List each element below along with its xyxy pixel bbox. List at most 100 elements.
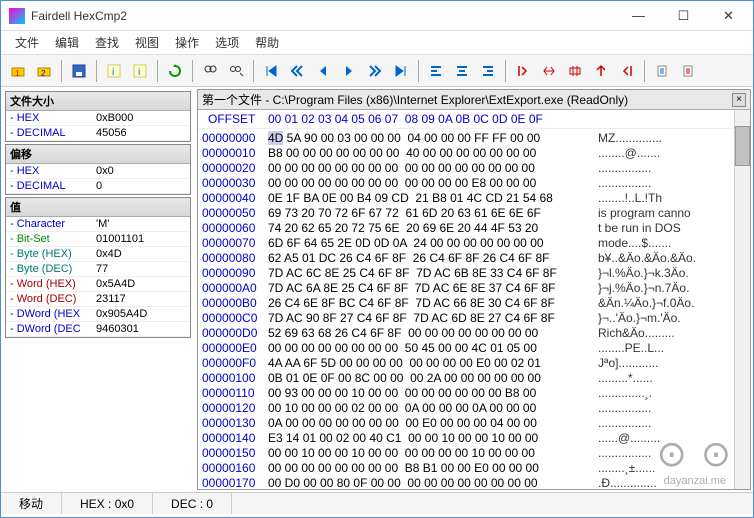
- ascii-cell[interactable]: ........!..L.!Th: [598, 191, 746, 206]
- menu-help[interactable]: 帮助: [247, 31, 287, 54]
- bytes-cell[interactable]: 0B 01 0E 0F 00 8C 00 00 00 2A 00 00 00 0…: [268, 371, 598, 386]
- ascii-cell[interactable]: Rich&Äo.........: [598, 326, 746, 341]
- bytes-cell[interactable]: 00 00 00 00 00 00 00 00 50 45 00 00 4C 0…: [268, 341, 598, 356]
- open2-icon[interactable]: 2: [33, 60, 55, 82]
- ascii-cell[interactable]: ........PE..L...: [598, 341, 746, 356]
- hex-row[interactable]: 0000008062 A5 01 DC 26 C4 6F 8F 26 C4 6F…: [202, 251, 746, 266]
- ascii-cell[interactable]: .Ð..............: [598, 476, 746, 489]
- align-center-icon[interactable]: [451, 60, 473, 82]
- hex-row[interactable]: 0000003000 00 00 00 00 00 00 00 00 00 00…: [202, 176, 746, 191]
- hex-grid[interactable]: 000000004D 5A 90 00 03 00 00 00 04 00 00…: [198, 129, 750, 489]
- mark-all-icon[interactable]: [564, 60, 586, 82]
- bytes-cell[interactable]: 00 D0 00 00 80 0F 00 00 00 00 00 00 00 0…: [268, 476, 598, 489]
- ascii-cell[interactable]: ................: [598, 446, 746, 461]
- ascii-cell[interactable]: ......@.........: [598, 431, 746, 446]
- bytes-cell[interactable]: 0E 1F BA 0E 00 B4 09 CD 21 B8 01 4C CD 2…: [268, 191, 598, 206]
- open1-icon[interactable]: 1: [7, 60, 29, 82]
- ascii-cell[interactable]: mode....$.......: [598, 236, 746, 251]
- ascii-cell[interactable]: Jªo]............: [598, 356, 746, 371]
- bytes-cell[interactable]: 7D AC 6A 8E 25 C4 6F 8F 7D AC 6E 8E 37 C…: [268, 281, 598, 296]
- ascii-cell[interactable]: b¥..&Äo.&Äo.&Äo.: [598, 251, 746, 266]
- report-icon[interactable]: [651, 60, 673, 82]
- bytes-cell[interactable]: 0A 00 00 00 00 00 00 00 00 E0 00 00 00 0…: [268, 416, 598, 431]
- bytes-cell[interactable]: 52 69 63 68 26 C4 6F 8F 00 00 00 00 00 0…: [268, 326, 598, 341]
- menu-options[interactable]: 选项: [207, 31, 247, 54]
- mark-end-icon[interactable]: [616, 60, 638, 82]
- bytes-cell[interactable]: 7D AC 90 8F 27 C4 6F 8F 7D AC 6D 8E 27 C…: [268, 311, 598, 326]
- ascii-cell[interactable]: MZ..............: [598, 131, 746, 146]
- hex-row[interactable]: 000001000B 01 0E 0F 00 8C 00 00 00 2A 00…: [202, 371, 746, 386]
- hex-row[interactable]: 000000400E 1F BA 0E 00 B4 09 CD 21 B8 01…: [202, 191, 746, 206]
- ascii-cell[interactable]: &Än.¼Äo.}¬f.0Äo.: [598, 296, 746, 311]
- bytes-cell[interactable]: 74 20 62 65 20 72 75 6E 20 69 6E 20 44 4…: [268, 221, 598, 236]
- hex-row[interactable]: 000000B026 C4 6E 8F BC C4 6F 8F 7D AC 66…: [202, 296, 746, 311]
- align-left-icon[interactable]: [425, 60, 447, 82]
- ascii-cell[interactable]: ................: [598, 176, 746, 191]
- info1-icon[interactable]: i: [103, 60, 125, 82]
- nav-prev-fast-icon[interactable]: [286, 60, 308, 82]
- align-right-icon[interactable]: [477, 60, 499, 82]
- ascii-cell[interactable]: ..............¸.: [598, 386, 746, 401]
- save-icon[interactable]: [68, 60, 90, 82]
- ascii-cell[interactable]: }¬j.%Äo.}¬n.7Äo.: [598, 281, 746, 296]
- hex-row[interactable]: 0000006074 20 62 65 20 72 75 6E 20 69 6E…: [202, 221, 746, 236]
- find-icon[interactable]: [199, 60, 221, 82]
- bytes-cell[interactable]: 00 93 00 00 00 10 00 00 00 00 00 00 00 0…: [268, 386, 598, 401]
- bytes-cell[interactable]: 26 C4 6E 8F BC C4 6F 8F 7D AC 66 8E 30 C…: [268, 296, 598, 311]
- hex-row[interactable]: 000000907D AC 6C 8E 25 C4 6F 8F 7D AC 6B…: [202, 266, 746, 281]
- hex-row[interactable]: 0000002000 00 00 00 00 00 00 00 00 00 00…: [202, 161, 746, 176]
- vertical-scrollbar[interactable]: [734, 110, 750, 489]
- bytes-cell[interactable]: 4D 5A 90 00 03 00 00 00 04 00 00 00 FF F…: [268, 131, 598, 146]
- ascii-cell[interactable]: }¬..'Äo.}¬m.'Äo.: [598, 311, 746, 326]
- bytes-cell[interactable]: 7D AC 6C 8E 25 C4 6F 8F 7D AC 6B 8E 33 C…: [268, 266, 598, 281]
- nav-first-icon[interactable]: [260, 60, 282, 82]
- bytes-cell[interactable]: 00 00 00 00 00 00 00 00 00 00 00 00 E8 0…: [268, 176, 598, 191]
- bytes-cell[interactable]: 69 73 20 70 72 6F 67 72 61 6D 20 63 61 6…: [268, 206, 598, 221]
- hex-row[interactable]: 00000010B8 00 00 00 00 00 00 00 40 00 00…: [202, 146, 746, 161]
- ascii-cell[interactable]: ........@.......: [598, 146, 746, 161]
- ascii-cell[interactable]: t be run in DOS: [598, 221, 746, 236]
- nav-prev-icon[interactable]: [312, 60, 334, 82]
- close-button[interactable]: ✕: [706, 2, 751, 30]
- hex-row[interactable]: 0000015000 00 10 00 00 10 00 00 00 00 00…: [202, 446, 746, 461]
- menu-find[interactable]: 查找: [87, 31, 127, 54]
- ascii-cell[interactable]: ................: [598, 416, 746, 431]
- hex-row[interactable]: 000000F04A AA 6F 5D 00 00 00 00 00 00 00…: [202, 356, 746, 371]
- ascii-cell[interactable]: ................: [598, 401, 746, 416]
- hex-row[interactable]: 000000004D 5A 90 00 03 00 00 00 04 00 00…: [202, 131, 746, 146]
- hex-row[interactable]: 000000A07D AC 6A 8E 25 C4 6F 8F 7D AC 6E…: [202, 281, 746, 296]
- menu-file[interactable]: 文件: [7, 31, 47, 54]
- bytes-cell[interactable]: 4A AA 6F 5D 00 00 00 00 00 00 00 00 E0 0…: [268, 356, 598, 371]
- menu-action[interactable]: 操作: [167, 31, 207, 54]
- bytes-cell[interactable]: 62 A5 01 DC 26 C4 6F 8F 26 C4 6F 8F 26 C…: [268, 251, 598, 266]
- mark-up-icon[interactable]: [590, 60, 612, 82]
- info2-icon[interactable]: i: [129, 60, 151, 82]
- bytes-cell[interactable]: 6D 6F 64 65 2E 0D 0D 0A 24 00 00 00 00 0…: [268, 236, 598, 251]
- hex-row[interactable]: 0000011000 93 00 00 00 10 00 00 00 00 00…: [202, 386, 746, 401]
- ascii-cell[interactable]: ........¸±......: [598, 461, 746, 476]
- minimize-button[interactable]: —: [616, 2, 661, 30]
- scrollbar-thumb[interactable]: [735, 126, 750, 166]
- hex-row[interactable]: 0000005069 73 20 70 72 6F 67 72 61 6D 20…: [202, 206, 746, 221]
- hex-row[interactable]: 0000017000 D0 00 00 80 0F 00 00 00 00 00…: [202, 476, 746, 489]
- nav-last-icon[interactable]: [390, 60, 412, 82]
- hex-row[interactable]: 00000140E3 14 01 00 02 00 40 C1 00 00 10…: [202, 431, 746, 446]
- hex-row[interactable]: 000000E000 00 00 00 00 00 00 00 50 45 00…: [202, 341, 746, 356]
- hex-row[interactable]: 000000D052 69 63 68 26 C4 6F 8F 00 00 00…: [202, 326, 746, 341]
- titlebar[interactable]: Fairdell HexCmp2 — ☐ ✕: [1, 1, 753, 31]
- ascii-cell[interactable]: .........*......: [598, 371, 746, 386]
- nav-next-fast-icon[interactable]: [364, 60, 386, 82]
- ascii-cell[interactable]: ................: [598, 161, 746, 176]
- bytes-cell[interactable]: 00 10 00 00 00 02 00 00 0A 00 00 00 0A 0…: [268, 401, 598, 416]
- bytes-cell[interactable]: B8 00 00 00 00 00 00 00 40 00 00 00 00 0…: [268, 146, 598, 161]
- bytes-cell[interactable]: 00 00 00 00 00 00 00 00 00 00 00 00 00 0…: [268, 161, 598, 176]
- hex-row[interactable]: 000000C07D AC 90 8F 27 C4 6F 8F 7D AC 6D…: [202, 311, 746, 326]
- ascii-cell[interactable]: is program canno: [598, 206, 746, 221]
- menu-edit[interactable]: 编辑: [47, 31, 87, 54]
- bytes-cell[interactable]: 00 00 00 00 00 00 00 00 B8 B1 00 00 E0 0…: [268, 461, 598, 476]
- mark-expand-icon[interactable]: [538, 60, 560, 82]
- find-next-icon[interactable]: [225, 60, 247, 82]
- nav-next-icon[interactable]: [338, 60, 360, 82]
- bytes-cell[interactable]: E3 14 01 00 02 00 40 C1 00 00 10 00 00 1…: [268, 431, 598, 446]
- hex-row[interactable]: 0000012000 10 00 00 00 02 00 00 0A 00 00…: [202, 401, 746, 416]
